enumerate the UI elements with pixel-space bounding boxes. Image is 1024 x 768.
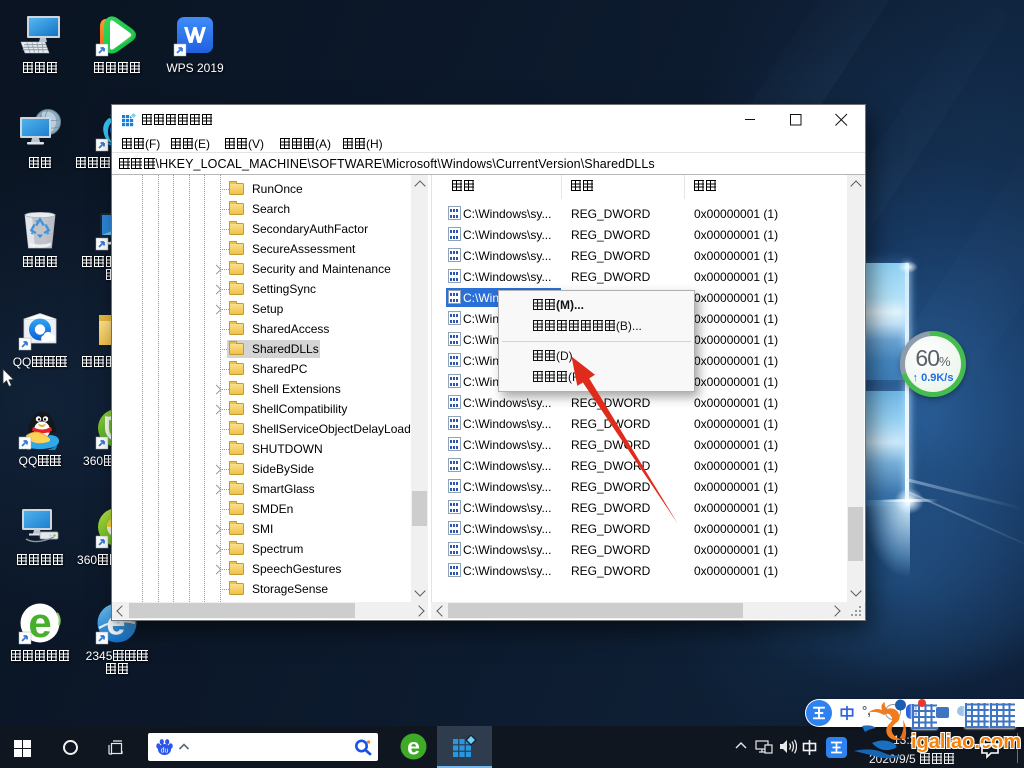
svg-text:e: e [407,734,420,760]
svg-text:du: du [161,748,169,755]
svg-text:e: e [28,601,51,645]
